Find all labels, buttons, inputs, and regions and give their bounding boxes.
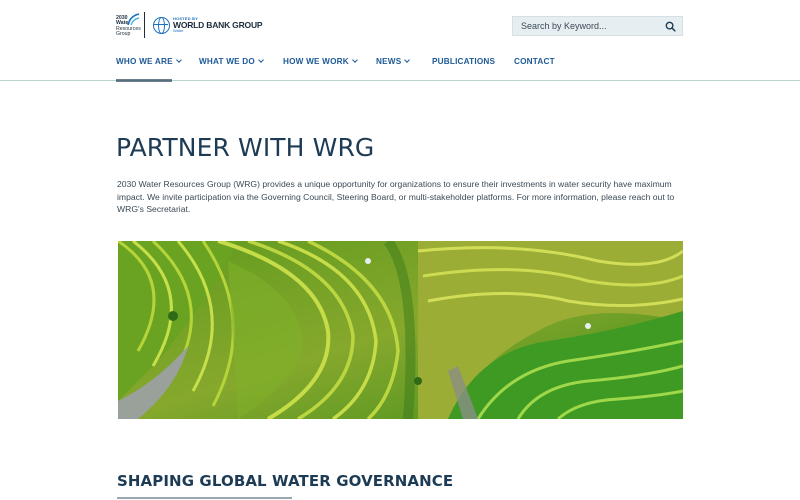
intro-paragraph: 2030 Water Resources Group (WRG) provide… bbox=[117, 179, 675, 215]
nav-item-label: PUBLICATIONS bbox=[432, 56, 496, 66]
nav-item-label: HOW WE WORK bbox=[283, 56, 349, 66]
nav-item-publications[interactable]: PUBLICATIONS bbox=[432, 57, 514, 66]
chevron-down-icon bbox=[404, 56, 411, 63]
page-title: PARTNER WITH WRG bbox=[116, 133, 375, 162]
chevron-down-icon bbox=[258, 56, 264, 63]
nav-item-label: CONTACT bbox=[514, 56, 555, 66]
nav-item-who-we-are[interactable]: WHO WE ARE bbox=[116, 57, 199, 66]
site-header: 2030 Water Resources Group HOSTED BY WOR… bbox=[0, 0, 800, 81]
rice-terrace-illustration bbox=[118, 241, 683, 419]
globe-icon bbox=[153, 16, 170, 34]
site-logo[interactable]: 2030 Water Resources Group HOSTED BY WOR… bbox=[116, 11, 263, 39]
search-input[interactable] bbox=[521, 21, 661, 31]
world-bank-logo-text: HOSTED BY WORLD BANK GROUP Water bbox=[173, 16, 263, 34]
subheading-cutoff bbox=[117, 495, 297, 500]
wbg-name: WORLD BANK GROUP bbox=[173, 19, 263, 30]
logo-divider bbox=[144, 12, 145, 38]
search-box bbox=[512, 16, 683, 36]
wrg-logo-line: Group bbox=[116, 30, 131, 37]
wbg-sub: Water bbox=[173, 28, 184, 34]
search-icon[interactable] bbox=[665, 21, 676, 32]
hero-image-rice-terraces bbox=[118, 241, 683, 419]
nav-item-label: WHAT WE DO bbox=[199, 56, 255, 66]
nav-item-what-we-do[interactable]: WHAT WE DO bbox=[199, 57, 283, 66]
chevron-down-icon bbox=[175, 56, 182, 63]
active-nav-indicator bbox=[116, 79, 172, 82]
section-heading: SHAPING GLOBAL WATER GOVERNANCE bbox=[117, 472, 454, 490]
world-bank-logo[interactable]: HOSTED BY WORLD BANK GROUP Water bbox=[153, 16, 263, 34]
nav-item-label: NEWS bbox=[376, 56, 402, 66]
nav-item-news[interactable]: NEWS bbox=[376, 57, 432, 66]
chevron-down-icon bbox=[352, 56, 358, 63]
main-nav: WHO WE ARE WHAT WE DO HOW WE WORK NEWS P… bbox=[116, 55, 555, 67]
nav-item-how-we-work[interactable]: HOW WE WORK bbox=[283, 57, 376, 66]
wrg-logo[interactable]: 2030 Water Resources Group bbox=[116, 12, 141, 38]
nav-item-label: WHO WE ARE bbox=[116, 56, 173, 66]
subheading-cutoff-line bbox=[117, 497, 292, 499]
nav-item-contact[interactable]: CONTACT bbox=[514, 57, 555, 66]
wrg-logo-icon bbox=[127, 12, 140, 25]
